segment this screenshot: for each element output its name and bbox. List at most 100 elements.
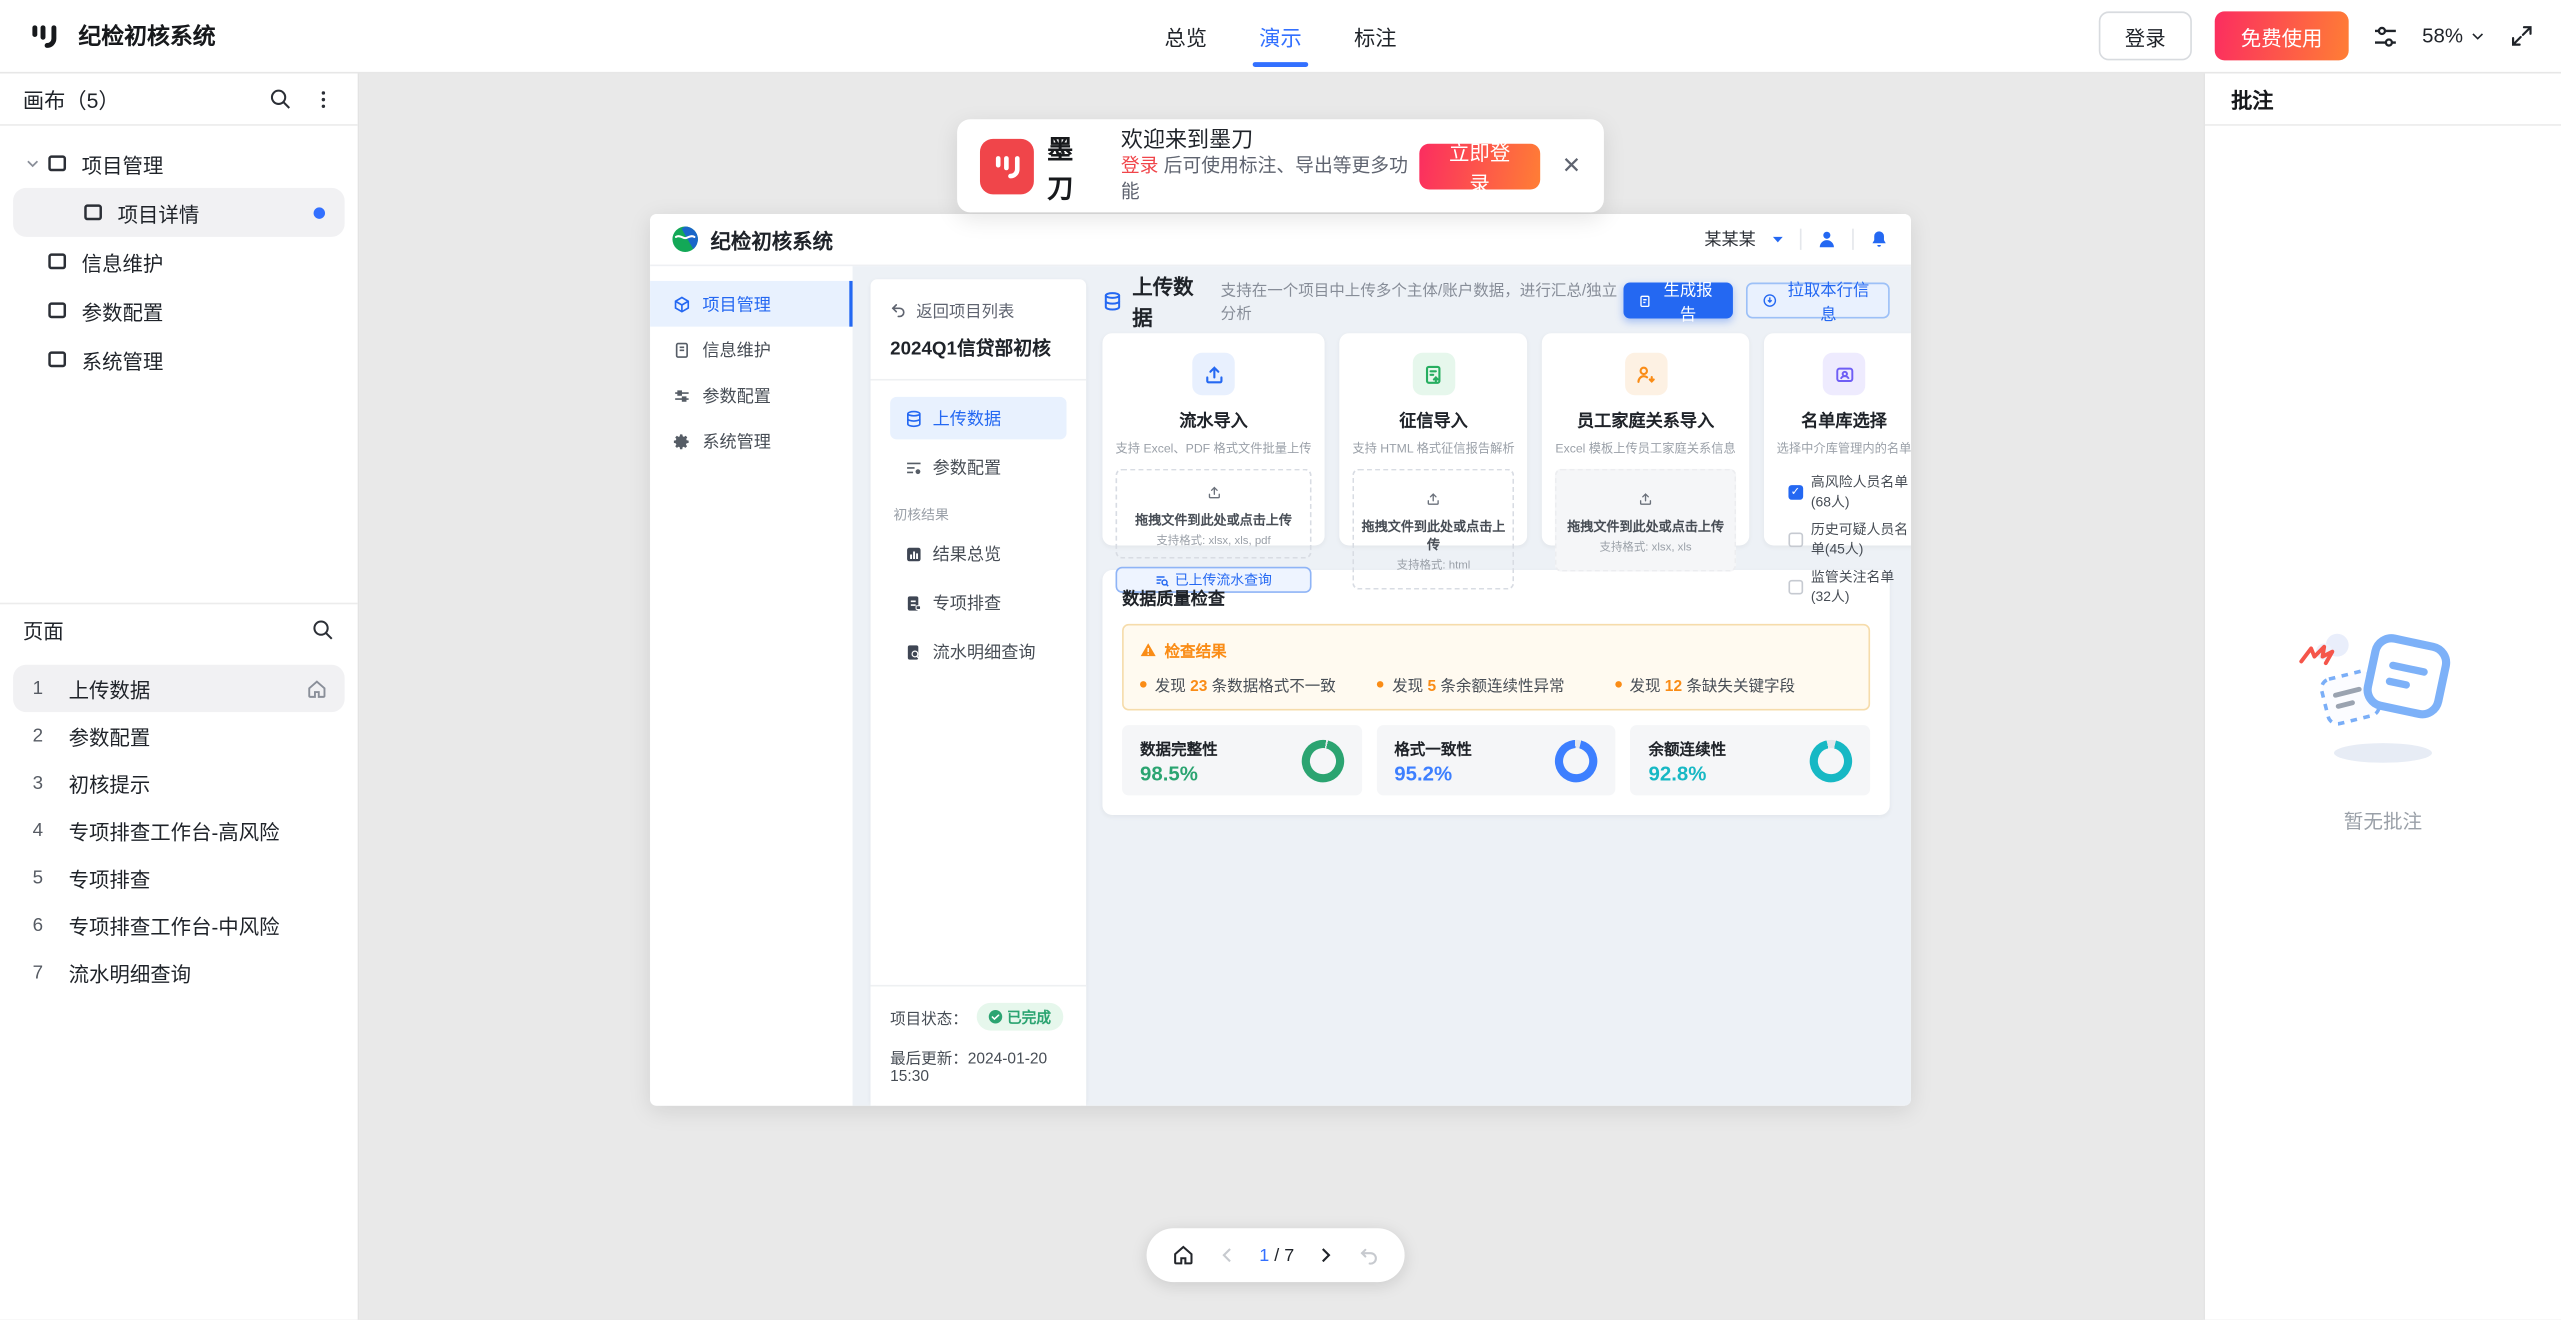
current-page-indicator-dot (314, 207, 325, 218)
option-history-suspect-list[interactable]: 历史可疑人员名单(45人) (1788, 519, 1911, 558)
cube-icon (673, 295, 691, 313)
more-kebab-icon[interactable] (312, 87, 335, 110)
app-nav-info-maintenance[interactable]: 信息维护 (650, 327, 853, 373)
menu-label: 专项排查 (933, 590, 1002, 614)
dropzone-formats: 支持格式: html (1357, 557, 1509, 573)
checkbox-icon[interactable] (1788, 532, 1803, 547)
search-icon[interactable] (268, 87, 292, 111)
menu-special-check[interactable]: 专项排查 (890, 581, 1066, 623)
settings-sliders-icon[interactable] (2371, 22, 2399, 50)
tree-item-project-detail[interactable]: 项目详情 (13, 188, 345, 237)
option-label: 高风险人员名单(68人) (1811, 472, 1911, 511)
status-badge: 已完成 (976, 1003, 1063, 1031)
page-item-5[interactable]: 5 专项排查 (13, 854, 345, 901)
option-regulator-watch-list[interactable]: 监管关注名单(32人) (1788, 567, 1911, 606)
card-desc: 支持 HTML 格式征信报告解析 (1352, 439, 1514, 457)
page-item-2[interactable]: 2 参数配置 (13, 712, 345, 759)
app-nav-project-management[interactable]: 项目管理 (650, 281, 853, 327)
dropzone-family[interactable]: 拖拽文件到此处或点击上传 支持格式: xlsx, xls (1555, 469, 1735, 572)
dropzone-title: 拖拽文件到此处或点击上传 (1560, 518, 1731, 536)
tree-item-parameter-config[interactable]: 参数配置 (13, 286, 345, 335)
dropzone-transaction[interactable]: 拖拽文件到此处或点击上传 支持格式: xlsx, xls, pdf (1116, 469, 1312, 559)
page-item-3[interactable]: 3 初核提示 (13, 759, 345, 806)
data-quality-card: 数据质量检查 检查结果 发现 23 条数据格式不一致 发现 5 条余额连续性异常… (1102, 570, 1889, 815)
finding-balance-anomaly: 发现 5 条余额连续性异常 (1377, 673, 1614, 696)
zoom-control[interactable]: 58% (2422, 24, 2486, 47)
dropdown-caret-icon[interactable] (1770, 232, 1785, 247)
menu-results-overview[interactable]: 结果总览 (890, 532, 1066, 574)
chevron-down-icon (24, 155, 40, 171)
pull-bank-info-button[interactable]: 拉取本行信息 (1746, 283, 1890, 319)
home-icon (305, 677, 328, 700)
page-number: 1 (33, 679, 69, 699)
database-icon (1102, 290, 1122, 311)
database-icon (905, 409, 923, 427)
tab-present[interactable]: 演示 (1259, 0, 1301, 73)
user-icon[interactable] (1816, 229, 1837, 250)
page-item-6[interactable]: 6 专项排查工作台-中风险 (13, 902, 345, 949)
check-result-label: 检查结果 (1165, 639, 1227, 662)
bell-icon[interactable] (1868, 229, 1889, 250)
app-nav-label: 参数配置 (702, 383, 771, 407)
donut-chart (1297, 735, 1348, 786)
prototype-frame: 纪检初核系统 某某某 项目管理 (650, 214, 1911, 1106)
tab-annotate[interactable]: 标注 (1354, 0, 1396, 73)
page-label: 初核提示 (69, 768, 151, 799)
user-name[interactable]: 某某某 (1704, 227, 1755, 251)
app-header: 纪检初核系统 某某某 (650, 214, 1911, 266)
fullscreen-icon[interactable] (2509, 23, 2535, 49)
menu-upload-data[interactable]: 上传数据 (890, 397, 1066, 439)
upload-title: 上传数据 (1132, 269, 1209, 331)
search-icon[interactable] (310, 617, 334, 641)
next-page-button[interactable] (1315, 1245, 1336, 1266)
back-to-project-list[interactable]: 返回项目列表 (890, 297, 1066, 321)
tree-item-system-management[interactable]: 系统管理 (13, 335, 345, 384)
menu-parameter-config[interactable]: 参数配置 (890, 446, 1066, 488)
donut-chart (1551, 735, 1602, 786)
app-body: 项目管理 信息维护 参数配置 系统管理 (650, 266, 1911, 1106)
canvas-tree: 项目管理 项目详情 信息维护 参数配置 系统管理 (0, 126, 358, 534)
option-label: 历史可疑人员名单(45人) (1811, 519, 1911, 558)
tree-item-info-maintenance[interactable]: 信息维护 (13, 237, 345, 286)
tree-item-label: 信息维护 (82, 246, 164, 277)
prev-page-button[interactable] (1217, 1245, 1238, 1266)
dropzone-credit[interactable]: 拖拽文件到此处或点击上传 支持格式: html (1352, 469, 1514, 590)
login-button[interactable]: 登录 (2099, 11, 2192, 60)
banner-login-link[interactable]: 登录 (1121, 157, 1159, 177)
metric-balance-continuity: 余额连续性92.8% (1631, 725, 1871, 795)
page-number: 7 (33, 963, 69, 983)
checkbox-icon[interactable] (1788, 579, 1803, 594)
cloud-download-icon (1762, 292, 1777, 308)
tree-item-label: 项目管理 (82, 148, 164, 179)
page-item-4[interactable]: 4 专项排查工作台-高风险 (13, 807, 345, 854)
menu-transaction-detail-query[interactable]: 流水明细查询 (890, 630, 1066, 672)
page-item-1[interactable]: 1 上传数据 (13, 665, 345, 712)
page-item-7[interactable]: 7 流水明细查询 (13, 949, 345, 996)
pages-list: 1 上传数据 2 参数配置 3 初核提示 4 专项排查工作台-高风险 5 专项排… (0, 655, 358, 1006)
card-title: 征信导入 (1352, 408, 1514, 432)
menu-label: 流水明细查询 (933, 639, 1036, 663)
tree-item-project-management[interactable]: 项目管理 (13, 139, 345, 188)
back-undo-icon (890, 301, 906, 317)
project-status-footer: 项目状态： 已完成 最后更新：2024-01-20 15:30 (871, 985, 1087, 1106)
close-icon[interactable]: ✕ (1562, 152, 1581, 180)
pages-section-header: 页面 (0, 603, 358, 655)
tab-overview[interactable]: 总览 (1164, 0, 1206, 73)
generate-report-label: 生成报告 (1658, 276, 1718, 325)
pages-label: 页面 (23, 614, 64, 645)
app-nav-system-management[interactable]: 系统管理 (650, 418, 853, 464)
app-nav-parameter-config[interactable]: 参数配置 (650, 372, 853, 418)
metric-value: 92.8% (1649, 762, 1727, 785)
project-menu: 上传数据 参数配置 (890, 397, 1066, 488)
home-button[interactable] (1171, 1243, 1195, 1267)
option-high-risk-list[interactable]: 高风险人员名单(68人) (1788, 472, 1911, 511)
checkbox-icon[interactable] (1788, 484, 1803, 499)
layers-panel: 画布（5） 项目管理 项目详情 信息维护 参数 (0, 73, 359, 1319)
generate-report-button[interactable]: 生成报告 (1624, 283, 1733, 319)
top-bar-left: 纪检初核系统 (0, 20, 216, 53)
restart-button[interactable] (1358, 1244, 1381, 1267)
login-now-button[interactable]: 立即登录 (1419, 143, 1541, 189)
menu-label: 结果总览 (933, 541, 1002, 565)
comments-empty-state: 暂无批注 (2205, 612, 2561, 834)
free-use-button[interactable]: 免费使用 (2215, 11, 2349, 60)
